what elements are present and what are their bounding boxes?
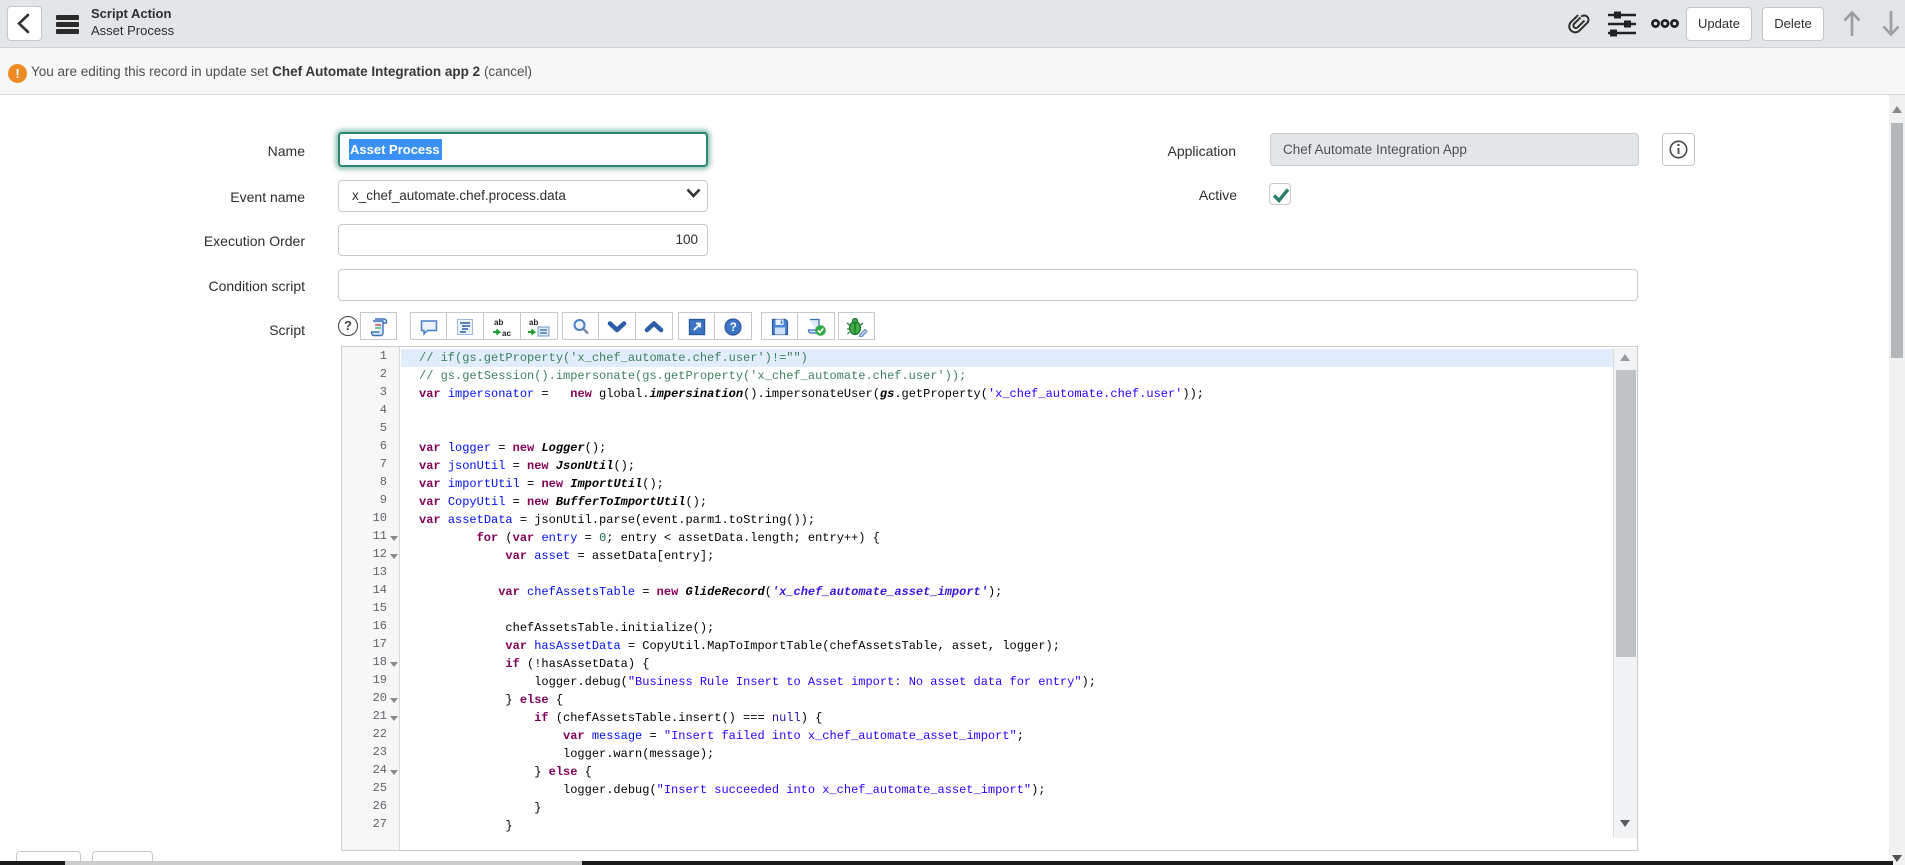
svg-text:ac: ac	[502, 329, 511, 338]
svg-text:?: ?	[730, 322, 737, 334]
svg-text:ab: ab	[494, 318, 503, 327]
svg-text:ab: ab	[529, 318, 538, 327]
